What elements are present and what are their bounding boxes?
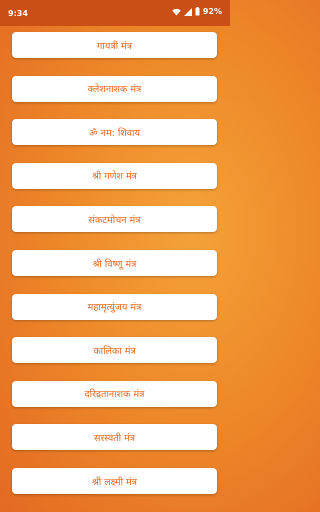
status-time: 9:34 <box>8 9 28 18</box>
mantra-label: ॐ नम: शिवाय <box>88 127 141 139</box>
mantra-button-ganesh[interactable]: श्री गणेश मंत्र <box>12 162 217 189</box>
mantra-button-kleshnashak[interactable]: क्लेशनाशक मंत्र <box>12 75 217 102</box>
mantra-button-mahamrityunjay[interactable]: महामृत्युंजय मंत्र <box>12 293 217 320</box>
mantra-label: श्री विष्णू मंत्र <box>92 258 137 270</box>
mantra-label: दरिद्रतानाशक मंत्र <box>84 389 145 401</box>
status-icons: 92% <box>172 7 222 16</box>
mantra-label: गायत्री मंत्र <box>97 40 132 52</box>
wifi-icon <box>172 8 181 16</box>
mantra-button-gayatri[interactable]: गायत्री मंत्र <box>12 32 217 58</box>
mantra-label: क्लेशनाशक मंत्र <box>87 84 142 96</box>
mantra-button-saraswati[interactable]: सरस्वती मंत्र <box>12 424 217 451</box>
mantra-label: कालिका मंत्र <box>93 345 136 357</box>
battery-percent: 92% <box>202 7 222 16</box>
mantra-label: सरस्वती मंत्र <box>93 432 136 444</box>
signal-icon <box>183 7 192 16</box>
mantra-button-om-namah-shivay[interactable]: ॐ नम: शिवाय <box>12 119 217 146</box>
battery-icon <box>195 7 200 16</box>
mantra-label: संकटमोचन मंत्र <box>88 214 141 226</box>
mantra-button-lakshmi[interactable]: श्री लक्ष्मी मंत्र <box>12 468 217 494</box>
mantra-label: श्री लक्ष्मी मंत्र <box>92 476 137 488</box>
mantra-label: महामृत्युंजय मंत्र <box>87 302 142 314</box>
status-bar: 9:34 92% <box>0 0 230 26</box>
mantra-button-vishnu[interactable]: श्री विष्णू मंत्र <box>12 250 217 276</box>
mantra-button-daridratanashak[interactable]: दरिद्रतानाशक मंत्र <box>12 380 217 407</box>
mantra-label: श्री गणेश मंत्र <box>92 171 137 183</box>
mantra-button-sankatmochan[interactable]: संकटमोचन मंत्र <box>12 206 217 233</box>
mantra-button-kalika[interactable]: कालिका मंत्र <box>12 337 217 364</box>
